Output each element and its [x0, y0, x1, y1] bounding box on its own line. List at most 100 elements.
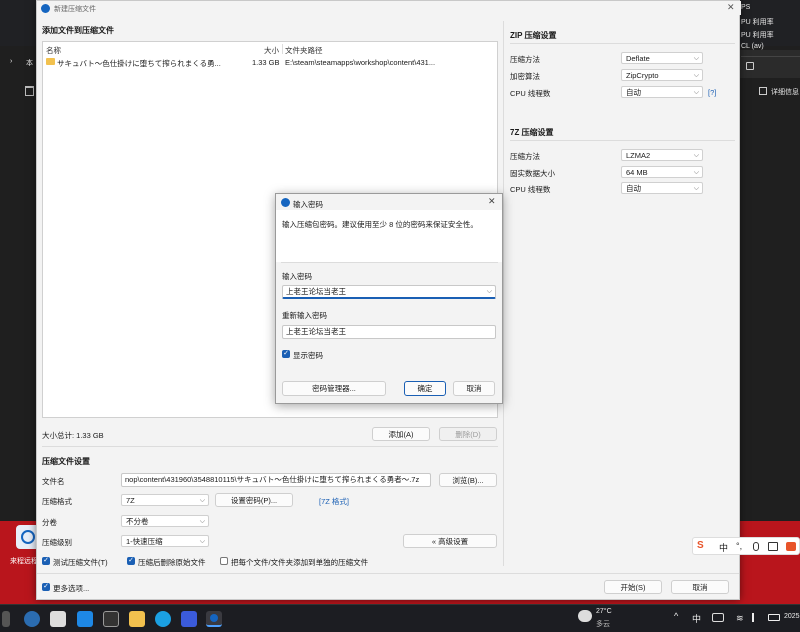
- filename-label: 文件名: [42, 477, 65, 486]
- password-dialog: 输入密码 ✕ 输入压缩包密码。建议使用至少 8 位的密码来保证安全性。 输入密码…: [275, 193, 503, 404]
- dialog-title: 输入密码: [293, 200, 323, 209]
- tray-app-icon[interactable]: [712, 613, 724, 622]
- remote-icon: [21, 530, 35, 544]
- file-path: E:\steam\steamapps\workshop\content\431.…: [285, 58, 436, 67]
- 7z-method-value: LZMA2: [626, 151, 651, 160]
- show-password-label: 显示密码: [293, 351, 323, 360]
- chevron-down-icon[interactable]: ⌵: [487, 286, 492, 298]
- chevron-down-icon: ⌵: [693, 55, 699, 62]
- more-options-checkbox[interactable]: ✓: [42, 583, 50, 591]
- set-password-button[interactable]: 设置密码(P)...: [215, 493, 293, 507]
- browse-button[interactable]: 浏览(B)...: [439, 473, 497, 487]
- widgets-icon[interactable]: [2, 611, 10, 627]
- filename-input[interactable]: nop\content\431960\3548810115\サキュバト～色仕掛け…: [121, 473, 431, 487]
- dialog-cancel-button[interactable]: 取消: [453, 381, 495, 396]
- chevron-up-icon[interactable]: ^: [674, 611, 678, 621]
- folder-icon: [46, 58, 55, 65]
- zip-threads-label: CPU 线程数: [510, 89, 551, 98]
- reenter-label: 重新输入密码: [282, 311, 327, 320]
- delete-button[interactable]: 删除(D): [439, 427, 497, 441]
- test-archive-checkbox[interactable]: ✓: [42, 557, 50, 565]
- level-value: 1-快速压缩: [126, 537, 163, 546]
- bandizip-icon[interactable]: [206, 611, 222, 627]
- format-select[interactable]: 7Z ⌵: [121, 494, 209, 506]
- wifi-icon[interactable]: ≋: [736, 613, 744, 624]
- settings-title: 压缩文件设置: [42, 457, 90, 466]
- chevron-down-icon: ⌵: [199, 538, 205, 545]
- zip-threads-select[interactable]: 自动 ⌵: [621, 86, 703, 98]
- reenter-input[interactable]: 上老王论坛当老王: [282, 325, 496, 339]
- 7z-block-value: 64 MB: [626, 168, 648, 177]
- cancel-button[interactable]: 取消: [671, 580, 729, 594]
- column-size[interactable]: 大小: [264, 45, 279, 56]
- separate-archives-checkbox[interactable]: [220, 557, 228, 565]
- split-select[interactable]: 不分卷 ⌵: [121, 515, 209, 527]
- delete-after-checkbox[interactable]: ✓: [127, 557, 135, 565]
- punctuation-icon[interactable]: °,: [736, 541, 742, 551]
- 7z-divider: [510, 140, 735, 141]
- chevron-down-icon: ⌵: [693, 72, 699, 79]
- ok-button[interactable]: 确定: [404, 381, 446, 396]
- format-link[interactable]: [7Z 格式]: [319, 496, 349, 507]
- clock-date[interactable]: 2025: [784, 613, 800, 620]
- bg-label-cpu1: PU 利用率: [741, 19, 774, 26]
- password-manager-button[interactable]: 密码管理器...: [282, 381, 386, 396]
- ime-indicator[interactable]: 中: [692, 612, 701, 625]
- ime-toolbar[interactable]: S 中 °,: [692, 537, 800, 555]
- dialog-divider: [281, 262, 498, 263]
- microphone-icon[interactable]: [753, 542, 759, 551]
- show-password-checkbox[interactable]: ✓: [282, 350, 290, 358]
- delete-after-label: 压缩后删除原始文件: [138, 558, 206, 567]
- file-row[interactable]: サキュバト～色仕掛けに堕ちて搾られまくる勇... 1.33 GB E:\stea…: [43, 56, 497, 68]
- window-titlebar: 新建压缩文件 ✕: [37, 1, 741, 15]
- app-icon: [281, 198, 290, 207]
- weather-icon[interactable]: [578, 610, 592, 622]
- dialog-message-area: 输入压缩包密码。建议使用至少 8 位的密码来保证安全性。: [276, 210, 502, 262]
- weather-desc: 多云: [596, 621, 610, 628]
- app-icon-indigo[interactable]: [181, 611, 197, 627]
- steam-icon[interactable]: [103, 611, 119, 627]
- zip-encryption-select[interactable]: ZipCrypto ⌵: [621, 69, 703, 81]
- panel-divider: [503, 21, 504, 566]
- password-label: 输入密码: [282, 272, 312, 281]
- 7z-threads-select[interactable]: 自动 ⌵: [621, 182, 703, 194]
- file-explorer-icon[interactable]: [129, 611, 145, 627]
- help-link[interactable]: [?]: [708, 88, 716, 97]
- chat-icon[interactable]: [50, 611, 66, 627]
- add-button[interactable]: 添加(A): [372, 427, 430, 441]
- zip-method-select[interactable]: Deflate ⌵: [621, 52, 703, 64]
- format-label: 压缩格式: [42, 497, 72, 506]
- test-archive-label: 测试压缩文件(T): [53, 558, 108, 567]
- password-value: 上老王论坛当老王: [286, 287, 346, 296]
- 7z-threads-value: 自动: [626, 184, 641, 193]
- desktop-icon-label: 来程远程: [10, 558, 38, 565]
- app-icon-blue[interactable]: [77, 611, 93, 627]
- level-select[interactable]: 1-快速压缩 ⌵: [121, 535, 209, 547]
- footer-divider: [37, 573, 739, 574]
- advanced-button[interactable]: « 高级设置: [403, 534, 497, 548]
- separate-archives-label: 把每个文件/文件夹添加到单独的压缩文件: [231, 558, 369, 567]
- format-value: 7Z: [126, 496, 135, 505]
- close-icon[interactable]: ✕: [727, 2, 735, 13]
- skin-icon[interactable]: [786, 542, 796, 551]
- keyboard-icon[interactable]: [768, 542, 778, 551]
- edge-icon[interactable]: [155, 611, 171, 627]
- browser-icon[interactable]: [24, 611, 40, 627]
- app-icon: [41, 4, 50, 13]
- taskbar: 27°C 多云 ^ 中 ≋ 2025: [0, 604, 800, 632]
- level-label: 压缩级别: [42, 538, 72, 547]
- bg-label-ps: PS: [741, 4, 751, 11]
- speaker-icon[interactable]: [752, 613, 760, 622]
- dialog-close-icon[interactable]: ✕: [488, 196, 496, 207]
- password-input[interactable]: 上老王论坛当老王 ⌵: [282, 285, 496, 299]
- 7z-block-select[interactable]: 64 MB ⌵: [621, 166, 703, 178]
- split-value: 不分卷: [126, 517, 149, 526]
- zip-threads-value: 自动: [626, 88, 641, 97]
- column-name[interactable]: 名称: [46, 45, 61, 56]
- 7z-method-select[interactable]: LZMA2 ⌵: [621, 149, 703, 161]
- ime-lang[interactable]: 中: [719, 541, 728, 554]
- battery-icon[interactable]: [768, 614, 780, 621]
- start-button[interactable]: 开始(S): [604, 580, 662, 594]
- chevron-down-icon: ⌵: [199, 518, 205, 525]
- column-path[interactable]: 文件夹路径: [285, 45, 323, 56]
